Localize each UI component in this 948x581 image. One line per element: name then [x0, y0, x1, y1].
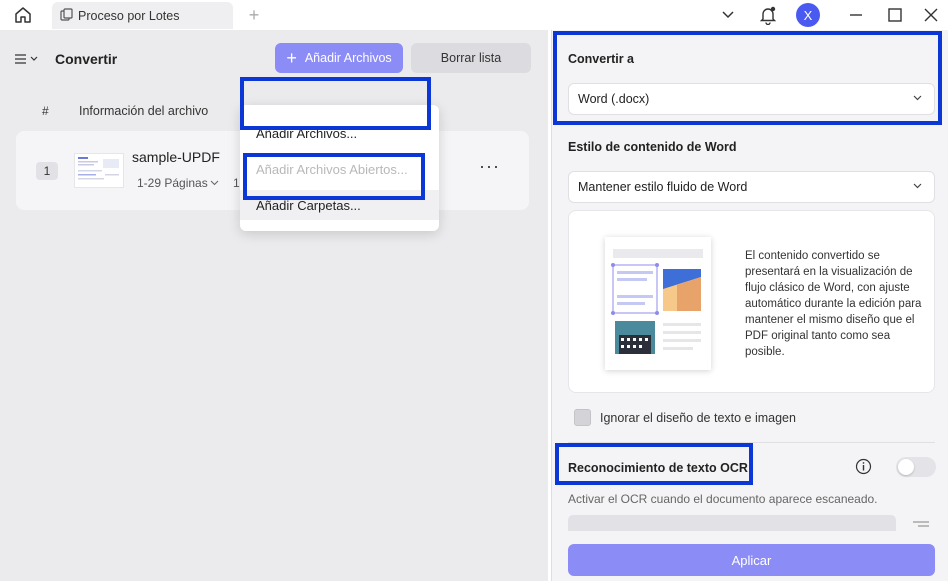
- word-style-label: Estilo de contenido de Word: [568, 140, 737, 154]
- page-range-selector[interactable]: 1-29 Páginas: [137, 176, 219, 190]
- column-header-number: #: [42, 104, 49, 118]
- ocr-description: Activar el OCR cuando el documento apare…: [568, 492, 878, 506]
- batch-tab-icon: [60, 7, 73, 24]
- chevron-down-icon: [913, 183, 922, 189]
- more-options-icon[interactable]: ···: [479, 157, 499, 179]
- ignore-layout-option[interactable]: Ignorar el diseño de texto e imagen: [574, 409, 796, 426]
- column-header-file-info: Información del archivo: [79, 104, 209, 118]
- ocr-settings-icon[interactable]: [912, 517, 930, 527]
- menu-item-add-open-files: Añadir Archivos Abiertos...: [256, 161, 408, 177]
- avatar[interactable]: X: [796, 3, 820, 27]
- info-icon[interactable]: [855, 458, 872, 478]
- add-files-button[interactable]: + Añadir Archivos: [275, 43, 403, 73]
- page-title: Convertir: [55, 51, 118, 67]
- divider: [568, 442, 935, 443]
- title-bar: Proceso por Lotes + X: [0, 0, 948, 30]
- chevron-down-icon[interactable]: [717, 4, 739, 26]
- list-menu-button[interactable]: [14, 50, 44, 68]
- convert-to-label: Convertir a: [568, 52, 634, 66]
- style-preview-card: El contenido convertido se presentará en…: [568, 210, 935, 393]
- convert-to-value: Word (.docx): [578, 92, 650, 106]
- plus-icon: +: [286, 48, 297, 68]
- word-style-select[interactable]: Mantener estilo fluido de Word: [568, 171, 935, 203]
- close-icon[interactable]: [920, 4, 942, 26]
- ocr-toggle[interactable]: [896, 457, 936, 477]
- clear-list-button[interactable]: Borrar lista: [411, 43, 531, 73]
- menu-icon: [15, 54, 26, 64]
- row-index: 1: [36, 162, 58, 180]
- settings-panel: Convertir a Word (.docx) Estilo de conte…: [551, 30, 948, 581]
- file-name: sample-UPDF: [132, 149, 220, 165]
- menu-item-add-files[interactable]: Añadir Archivos...: [240, 118, 439, 148]
- tab-label: Proceso por Lotes: [78, 8, 180, 23]
- new-tab-plus-icon[interactable]: +: [246, 5, 262, 25]
- file-thumbnail: [74, 153, 124, 188]
- style-description: El contenido convertido se presentará en…: [745, 250, 922, 358]
- ignore-layout-checkbox[interactable]: [574, 409, 591, 426]
- convert-to-select[interactable]: Word (.docx): [568, 83, 935, 115]
- chevron-down-icon: [913, 95, 922, 101]
- notification-bell-icon[interactable]: [757, 4, 779, 26]
- tab-batch-process[interactable]: Proceso por Lotes: [52, 2, 233, 29]
- ocr-label: Reconocimiento de texto OCR: [568, 461, 748, 475]
- file-extra-info: 1: [233, 176, 240, 190]
- chevron-down-icon: [210, 180, 219, 186]
- ignore-layout-label: Ignorar el diseño de texto e imagen: [600, 410, 796, 425]
- document-preview-illustration: [605, 237, 711, 370]
- ocr-language-field[interactable]: [568, 515, 896, 531]
- maximize-icon[interactable]: [884, 4, 906, 26]
- chevron-down-icon: [30, 56, 38, 61]
- file-list-panel: Convertir + Añadir Archivos Borrar lista…: [0, 30, 548, 581]
- home-icon[interactable]: [12, 5, 34, 25]
- menu-item-add-folders[interactable]: Añadir Carpetas...: [240, 190, 439, 220]
- word-style-value: Mantener estilo fluido de Word: [578, 180, 748, 194]
- apply-button[interactable]: Aplicar: [568, 544, 935, 576]
- page-range-label: 1-29 Páginas: [137, 176, 208, 190]
- add-files-label: Añadir Archivos: [304, 51, 392, 65]
- add-files-dropdown: Añadir Archivos... Añadir Archivos Abier…: [240, 105, 439, 231]
- minimize-icon[interactable]: [845, 4, 867, 26]
